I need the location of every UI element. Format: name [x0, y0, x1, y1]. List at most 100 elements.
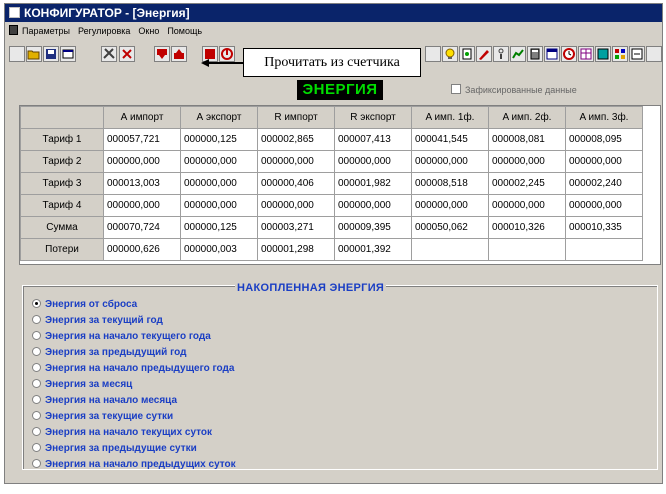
- row-header[interactable]: Тариф 1: [20, 128, 104, 151]
- menu-adjustment[interactable]: Регулировка: [78, 22, 130, 40]
- grid-icon[interactable]: [612, 46, 628, 62]
- table-cell[interactable]: 000000,000: [180, 172, 258, 195]
- radio-icon[interactable]: [32, 331, 41, 340]
- column-header[interactable]: R импорт: [257, 106, 335, 129]
- menu-help[interactable]: Помощь: [167, 22, 202, 40]
- table-cell[interactable]: 000003,271: [257, 216, 335, 239]
- row-header[interactable]: Тариф 4: [20, 194, 104, 217]
- table-cell[interactable]: 000000,000: [411, 150, 489, 173]
- table-cell[interactable]: 000001,982: [334, 172, 412, 195]
- image-icon[interactable]: [595, 46, 611, 62]
- radio-icon[interactable]: [32, 395, 41, 404]
- fixed-data-checkbox[interactable]: Зафиксированные данные: [451, 84, 577, 95]
- menu-window[interactable]: Окно: [138, 22, 159, 40]
- table-cell[interactable]: 000009,395: [334, 216, 412, 239]
- table-cell[interactable]: 000008,081: [488, 128, 566, 151]
- option-energy-previous-year[interactable]: Энергия за предыдущий год: [32, 346, 186, 361]
- table-cell[interactable]: 000000,000: [488, 194, 566, 217]
- table-cell[interactable]: 000000,000: [565, 150, 643, 173]
- option-energy-start-previous-day[interactable]: Энергия на начало предыдущих суток: [32, 458, 236, 473]
- calendar-icon[interactable]: [544, 46, 560, 62]
- table-cell[interactable]: 000000,000: [257, 150, 335, 173]
- table-cell[interactable]: 000000,626: [103, 238, 181, 261]
- overflow-icon[interactable]: [646, 46, 662, 62]
- radio-icon[interactable]: [32, 363, 41, 372]
- properties-icon[interactable]: [60, 46, 76, 62]
- table-cell[interactable]: 000000,000: [411, 194, 489, 217]
- radio-icon[interactable]: [32, 347, 41, 356]
- column-header[interactable]: А импорт: [103, 106, 181, 129]
- option-energy-previous-day[interactable]: Энергия за предыдущие сутки: [32, 442, 197, 457]
- chart-icon[interactable]: [510, 46, 526, 62]
- title-bar[interactable]: КОНФИГУРАТОР - [Энергия]: [5, 4, 662, 22]
- radio-icon[interactable]: [32, 379, 41, 388]
- table-cell[interactable]: 000000,000: [180, 194, 258, 217]
- table-cell[interactable]: 000070,724: [103, 216, 181, 239]
- table-cell[interactable]: 000050,062: [411, 216, 489, 239]
- radio-icon[interactable]: [32, 459, 41, 468]
- table-cell[interactable]: 000000,000: [180, 150, 258, 173]
- table-cell[interactable]: 000007,413: [334, 128, 412, 151]
- option-energy-month[interactable]: Энергия за месяц: [32, 378, 132, 393]
- table-cell[interactable]: 000000,000: [103, 150, 181, 173]
- table-cell[interactable]: 000000,000: [488, 150, 566, 173]
- table-icon[interactable]: [578, 46, 594, 62]
- option-energy-start-previous-year[interactable]: Энергия на начало предыдущего года: [32, 362, 234, 377]
- page-icon[interactable]: [425, 46, 441, 62]
- menu-parameters[interactable]: Параметры: [22, 22, 70, 40]
- table-cell[interactable]: 000008,095: [565, 128, 643, 151]
- option-energy-start-current-year[interactable]: Энергия на начало текущего года: [32, 330, 211, 345]
- table-cell[interactable]: 000010,326: [488, 216, 566, 239]
- table-cell[interactable]: 000000,125: [180, 216, 258, 239]
- table-cell[interactable]: 000000,125: [180, 128, 258, 151]
- row-header[interactable]: Тариф 2: [20, 150, 104, 173]
- option-energy-since-reset[interactable]: Энергия от сброса: [32, 298, 137, 313]
- row-header[interactable]: Потери: [20, 238, 104, 261]
- table-cell[interactable]: [565, 238, 643, 261]
- table-cell[interactable]: 000002,865: [257, 128, 335, 151]
- upload-icon[interactable]: [171, 46, 187, 62]
- info-icon[interactable]: [493, 46, 509, 62]
- table-cell[interactable]: 000041,545: [411, 128, 489, 151]
- option-energy-start-month[interactable]: Энергия на начало месяца: [32, 394, 177, 409]
- table-cell[interactable]: 000057,721: [103, 128, 181, 151]
- table-cell[interactable]: 000000,003: [180, 238, 258, 261]
- table-cell[interactable]: [411, 238, 489, 261]
- row-header[interactable]: Сумма: [20, 216, 104, 239]
- delete-icon[interactable]: [119, 46, 135, 62]
- clock-icon[interactable]: [561, 46, 577, 62]
- column-header[interactable]: R экспорт: [334, 106, 412, 129]
- table-cell[interactable]: 000002,245: [488, 172, 566, 195]
- table-cell[interactable]: 000000,000: [257, 194, 335, 217]
- calculator-icon[interactable]: [527, 46, 543, 62]
- pen-icon[interactable]: [476, 46, 492, 62]
- table-cell[interactable]: 000002,240: [565, 172, 643, 195]
- table-cell[interactable]: 000001,392: [334, 238, 412, 261]
- radio-icon[interactable]: [32, 315, 41, 324]
- table-cell[interactable]: 000000,000: [334, 150, 412, 173]
- radio-icon[interactable]: [32, 427, 41, 436]
- table-cell[interactable]: 000000,406: [257, 172, 335, 195]
- checkbox-icon[interactable]: [451, 84, 461, 94]
- table-cell[interactable]: 000008,518: [411, 172, 489, 195]
- column-header[interactable]: A имп. 1ф.: [411, 106, 489, 129]
- table-cell[interactable]: 000010,335: [565, 216, 643, 239]
- column-header[interactable]: A имп. 3ф.: [565, 106, 643, 129]
- radio-selected-icon[interactable]: [32, 299, 41, 308]
- open-folder-icon[interactable]: [26, 46, 42, 62]
- column-header[interactable]: A имп. 2ф.: [488, 106, 566, 129]
- radio-icon[interactable]: [32, 443, 41, 452]
- option-energy-current-year[interactable]: Энергия за текущий год: [32, 314, 163, 329]
- document-check-icon[interactable]: [459, 46, 475, 62]
- table-cell[interactable]: 000000,000: [103, 194, 181, 217]
- option-energy-start-current-day[interactable]: Энергия на начало текущих суток: [32, 426, 212, 441]
- radio-icon[interactable]: [32, 411, 41, 420]
- table-cell[interactable]: [488, 238, 566, 261]
- table-cell[interactable]: 000001,298: [257, 238, 335, 261]
- table-cell[interactable]: 000013,003: [103, 172, 181, 195]
- new-file-icon[interactable]: [9, 46, 25, 62]
- save-icon[interactable]: [43, 46, 59, 62]
- tools-icon[interactable]: [101, 46, 117, 62]
- bulb-icon[interactable]: [442, 46, 458, 62]
- row-header[interactable]: Тариф 3: [20, 172, 104, 195]
